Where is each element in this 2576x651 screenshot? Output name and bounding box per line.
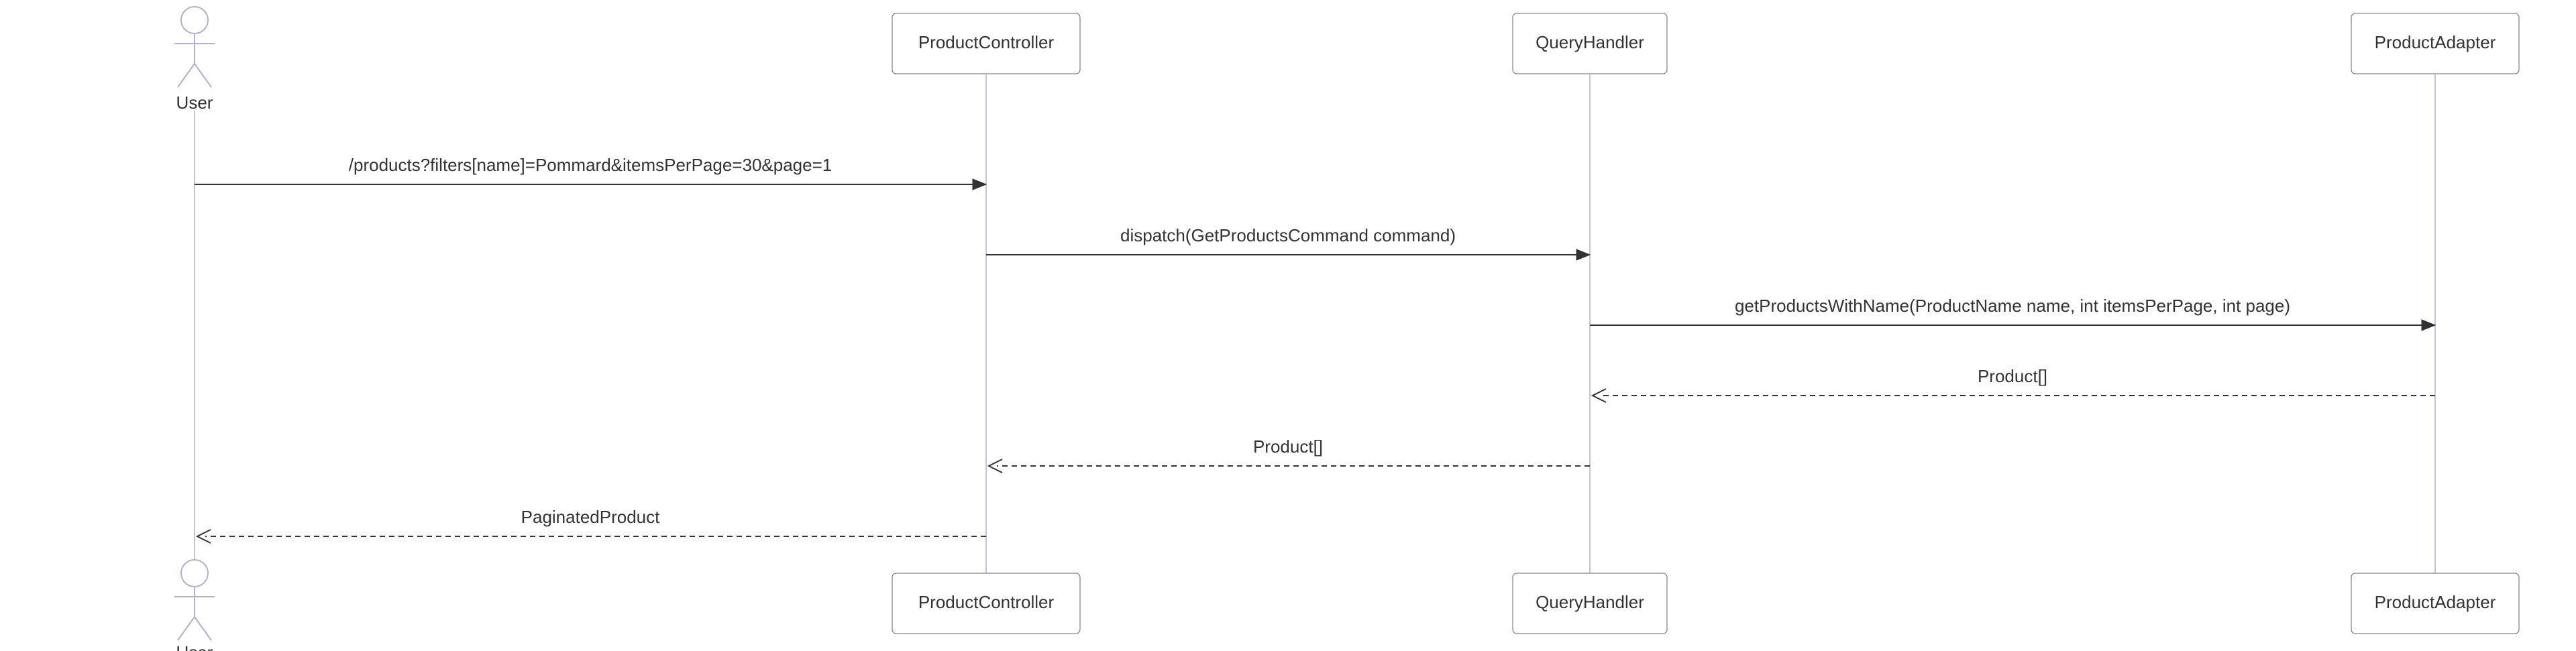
message-3-label: getProductsWithName(ProductName name, in… [1735, 296, 2290, 316]
message-1: /products?filters[name]=Pommard&itemsPer… [195, 155, 986, 190]
message-1-label: /products?filters[name]=Pommard&itemsPer… [349, 155, 832, 175]
participant-adapter-label-top: ProductAdapter [2375, 32, 2496, 52]
message-4: Product[] [1593, 366, 2435, 402]
participant-controller-top: ProductController [892, 13, 1080, 74]
participant-handler-bottom: QueryHandler [1513, 573, 1667, 634]
actor-user-label-bottom: User [176, 642, 213, 651]
participant-handler-label-bottom: QueryHandler [1536, 592, 1644, 612]
message-3: getProductsWithName(ProductName name, in… [1590, 296, 2435, 331]
actor-user-top: User [174, 7, 215, 113]
message-2-label: dispatch(GetProductsCommand command) [1120, 225, 1456, 245]
message-6: PaginatedProduct [197, 507, 986, 543]
message-2: dispatch(GetProductsCommand command) [986, 225, 1590, 260]
participant-controller-label-top: ProductController [918, 32, 1055, 52]
participant-adapter-bottom: ProductAdapter [2351, 573, 2519, 634]
message-5: Product[] [989, 436, 1590, 473]
participant-adapter-label-bottom: ProductAdapter [2375, 592, 2496, 612]
participant-handler-top: QueryHandler [1513, 13, 1667, 74]
sequence-diagram: User ProductController QueryHandler Prod… [0, 0, 2576, 651]
message-6-label: PaginatedProduct [521, 507, 660, 527]
actor-user-bottom: User [174, 560, 215, 651]
participant-handler-label-top: QueryHandler [1536, 32, 1644, 52]
participant-controller-bottom: ProductController [892, 573, 1080, 634]
message-5-label: Product[] [1253, 436, 1323, 457]
message-4-label: Product[] [1978, 366, 2047, 386]
participant-adapter-top: ProductAdapter [2351, 13, 2519, 74]
participant-controller-label-bottom: ProductController [918, 592, 1055, 612]
actor-user-label-top: User [176, 93, 213, 113]
